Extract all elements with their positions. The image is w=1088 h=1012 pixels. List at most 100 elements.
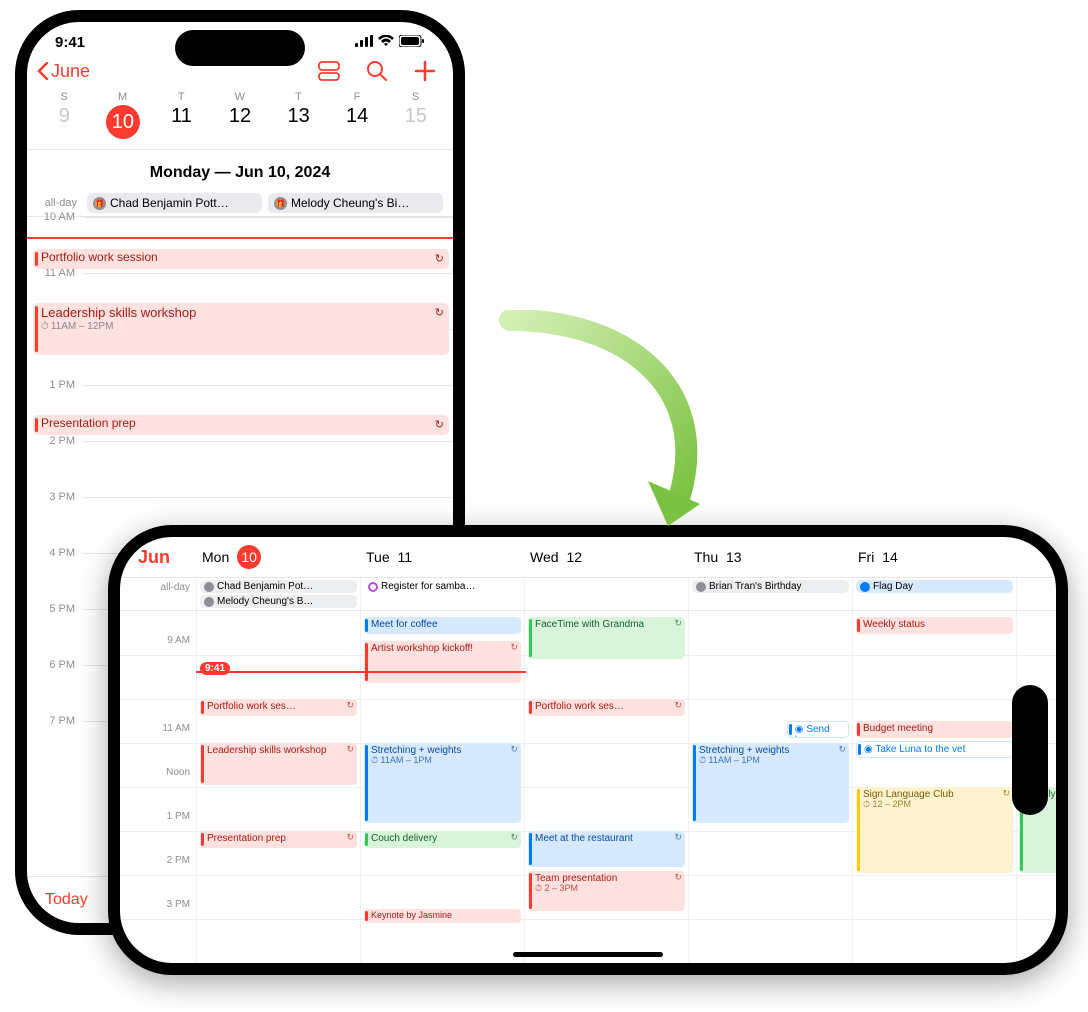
day-header-thu[interactable]: Thu 13: [688, 541, 852, 573]
event[interactable]: Budget meeting: [856, 721, 1013, 738]
event[interactable]: Team presentation⏱ 2 – 3PM↻: [528, 871, 685, 911]
gift-icon: [204, 597, 214, 607]
day-header-fri[interactable]: Fri 14: [852, 541, 1016, 573]
weekday: S: [386, 91, 445, 103]
list-view-icon[interactable]: [317, 59, 341, 83]
event[interactable]: Meet for coffee: [364, 617, 521, 634]
event[interactable]: Stretching + weights⏱ 11AM – 1PM↻: [692, 743, 849, 823]
date-cell[interactable]: 11: [152, 105, 211, 139]
hour-label: 7 PM: [33, 715, 75, 727]
hour-label: 5 PM: [33, 603, 75, 615]
allday-row-week: all-day Chad Benjamin Pot… Melody Cheung…: [120, 578, 1056, 611]
notch: [1012, 685, 1048, 815]
event[interactable]: Sign Language Club⏱ 12 – 2PM↻: [856, 787, 1013, 873]
event[interactable]: FaceTime with Grandma↻: [528, 617, 685, 659]
iphone-landscape: Jun Mon 10 Tue 11 Wed 12 Thu 13 Fri 14 a…: [108, 525, 1068, 975]
event[interactable]: ◉ Send b…: [787, 721, 849, 738]
week-grid[interactable]: 9:41 9 AM 11 AM Noon 1 PM 2 PM 3 PM Port…: [120, 611, 1056, 963]
allday-text: Chad Benjamin Pott…: [110, 196, 229, 210]
event[interactable]: Leadership skills workshop↻: [200, 743, 357, 785]
event[interactable]: Portfolio work ses…↻: [200, 699, 357, 716]
allday-text: Melody Cheung's Bi…: [291, 196, 409, 210]
add-icon[interactable]: [413, 59, 437, 83]
search-icon[interactable]: [365, 59, 389, 83]
event[interactable]: Weekly status: [856, 617, 1013, 634]
event-portfolio[interactable]: Portfolio work session ↻: [33, 249, 449, 269]
circle-icon: [368, 582, 378, 592]
hour-label: 10 AM: [33, 211, 75, 223]
date-cell[interactable]: 13: [269, 105, 328, 139]
home-indicator: [513, 952, 663, 957]
repeat-icon: ↻: [346, 745, 354, 755]
hour-label: 3 PM: [167, 899, 190, 910]
day-col-wed[interactable]: FaceTime with Grandma↻ Portfolio work se…: [524, 611, 688, 963]
repeat-icon: ↻: [674, 701, 682, 711]
repeat-icon: ↻: [346, 701, 354, 711]
allday-event[interactable]: 🎁 Chad Benjamin Pott…: [87, 193, 262, 213]
event-leadership[interactable]: Leadership skills workshop ⏱ 11AM – 12PM…: [33, 303, 449, 355]
event[interactable]: Meet at the restaurant↻: [528, 831, 685, 867]
gift-icon: [696, 582, 706, 592]
now-time-badge: 9:41: [200, 662, 230, 675]
event[interactable]: Artist workshop kickoff!↻: [364, 641, 521, 683]
event[interactable]: Presentation prep↻: [200, 831, 357, 848]
star-icon: [860, 582, 870, 592]
hour-label: 9 AM: [167, 635, 190, 646]
repeat-icon: ↻: [435, 307, 444, 320]
event[interactable]: Stretching + weights⏱ 11AM – 1PM↻: [364, 743, 521, 823]
day-col-fri[interactable]: Weekly status Budget meeting ◉ Take Luna…: [852, 611, 1016, 963]
date-cell[interactable]: 9: [35, 105, 94, 139]
repeat-icon: ↻: [838, 745, 846, 755]
day-header-wed[interactable]: Wed 12: [524, 541, 688, 573]
hour-label: 2 PM: [167, 855, 190, 866]
date-cell-selected[interactable]: 10: [94, 105, 153, 139]
month-label[interactable]: Jun: [120, 539, 196, 576]
hour-label: 1 PM: [167, 811, 190, 822]
event[interactable]: Couch delivery↻: [364, 831, 521, 848]
event-prep[interactable]: Presentation prep ↻: [33, 415, 449, 435]
hour-label: 2 PM: [33, 435, 75, 447]
back-label: June: [51, 61, 90, 82]
weekday-header: S M T W T F S: [27, 91, 453, 103]
date-cell[interactable]: 15: [386, 105, 445, 139]
weekday: M: [94, 91, 153, 103]
hour-label: 11 AM: [162, 723, 190, 734]
weekday: T: [152, 91, 211, 103]
battery-icon: [399, 34, 425, 51]
repeat-icon: ↻: [1002, 789, 1010, 799]
repeat-icon: ↻: [674, 833, 682, 843]
status-time: 9:41: [55, 34, 85, 51]
day-header-mon[interactable]: Mon 10: [196, 537, 360, 577]
allday-cell-thu[interactable]: Brian Tran's Birthday: [688, 578, 852, 610]
repeat-icon: ↻: [510, 833, 518, 843]
event[interactable]: ◉ Take Luna to the vet: [856, 741, 1013, 758]
allday-event[interactable]: 🎁 Melody Cheung's Bi…: [268, 193, 443, 213]
repeat-icon: ↻: [510, 745, 518, 755]
event-subtitle: ⏱ 11AM – 12PM: [41, 321, 443, 333]
date-picker-row: 9 10 11 12 13 14 15: [27, 103, 453, 150]
weekday: S: [35, 91, 94, 103]
day-heading: Monday — Jun 10, 2024: [27, 150, 453, 190]
allday-cell-wed[interactable]: [524, 578, 688, 610]
repeat-icon: ↻: [674, 873, 682, 883]
status-icons: [355, 34, 425, 51]
day-header-tue[interactable]: Tue 11: [360, 541, 524, 573]
repeat-icon: ↻: [510, 643, 518, 653]
chevron-left-icon: [37, 62, 49, 80]
event[interactable]: Portfolio work ses…↻: [528, 699, 685, 716]
week-header: Jun Mon 10 Tue 11 Wed 12 Thu 13 Fri 14: [120, 537, 1056, 578]
allday-row: all-day 🎁 Chad Benjamin Pott… 🎁 Melody C…: [27, 190, 453, 217]
day-col-thu[interactable]: ◉ Send b… Stretching + weights⏱ 11AM – 1…: [688, 611, 852, 963]
back-button[interactable]: June: [37, 61, 90, 82]
day-col-tue[interactable]: Meet for coffee Artist workshop kickoff!…: [360, 611, 524, 963]
allday-cell-fri[interactable]: Flag Day: [852, 578, 1016, 610]
allday-label: all-day: [120, 578, 196, 610]
allday-cell-mon[interactable]: Chad Benjamin Pot… Melody Cheung's B…: [196, 578, 360, 610]
date-cell[interactable]: 14: [328, 105, 387, 139]
event[interactable]: Keynote by Jasmine: [364, 909, 521, 923]
gift-icon: 🎁: [93, 197, 106, 210]
allday-cell-tue[interactable]: Register for samba…: [360, 578, 524, 610]
repeat-icon: ↻: [346, 833, 354, 843]
hour-label: Noon: [166, 767, 190, 778]
date-cell[interactable]: 12: [211, 105, 270, 139]
